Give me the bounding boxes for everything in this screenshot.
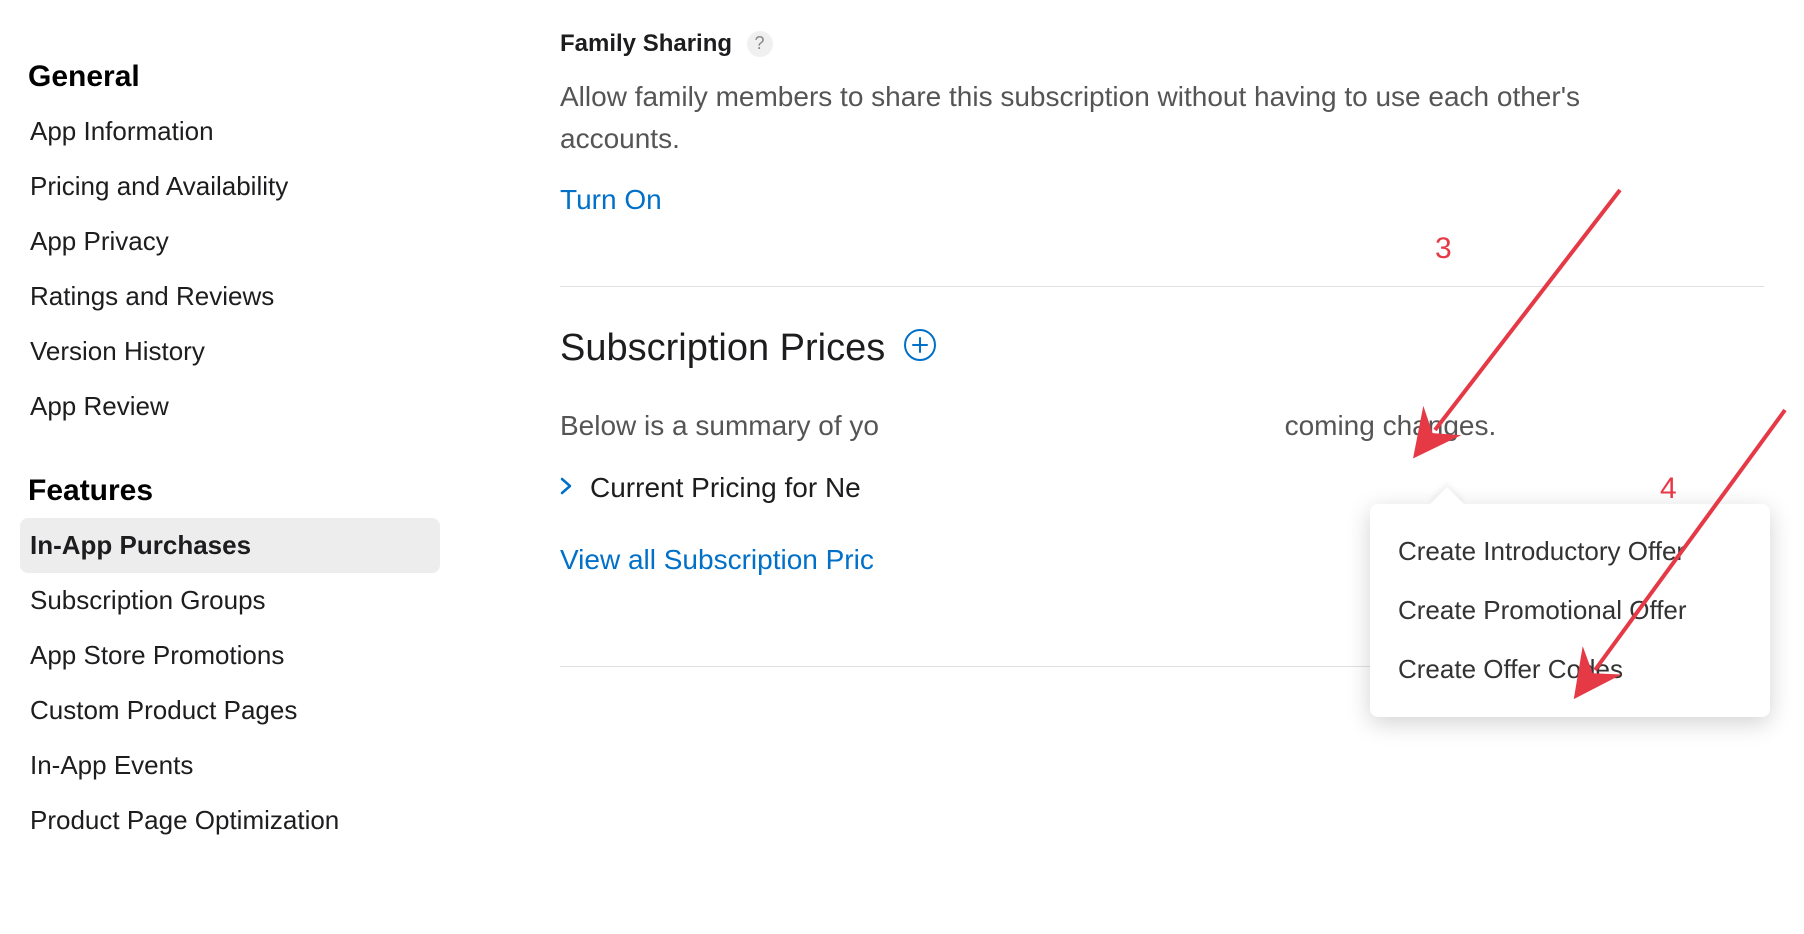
sidebar-item-app-privacy[interactable]: App Privacy [20,214,440,269]
chevron-right-icon [560,475,572,501]
family-sharing-desc: Allow family members to share this subsc… [560,76,1610,160]
annotation-arrow-4 [1575,400,1804,680]
turn-on-link[interactable]: Turn On [560,184,662,216]
sidebar-item-in-app-purchases[interactable]: In-App Purchases [20,518,440,573]
sidebar-item-app-information[interactable]: App Information [20,104,440,159]
family-sharing-title: Family Sharing [560,30,732,58]
annotation-4: 4 [1660,472,1677,506]
sidebar-item-app-store-promotions[interactable]: App Store Promotions [20,628,440,683]
sidebar-item-version-history[interactable]: Version History [20,324,440,379]
sidebar-item-in-app-events[interactable]: In-App Events [20,738,440,793]
plus-icon [911,336,929,354]
sidebar-item-ratings-reviews[interactable]: Ratings and Reviews [20,269,440,324]
sidebar-item-custom-product-pages[interactable]: Custom Product Pages [20,683,440,738]
view-all-pricing-link[interactable]: View all Subscription Pric [560,544,874,576]
sidebar-heading-features: Features [20,464,440,518]
subscription-prices-title: Subscription Prices [560,327,885,370]
sidebar-heading-general: General [20,50,440,104]
sidebar: General App Information Pricing and Avai… [0,0,460,934]
add-price-button[interactable] [904,329,936,361]
sidebar-item-app-review[interactable]: App Review [20,379,440,434]
current-pricing-label: Current Pricing for Ne [590,472,861,504]
main-content: Family Sharing ? Allow family members to… [460,0,1804,934]
annotation-3: 3 [1435,232,1452,266]
help-icon[interactable]: ? [747,31,773,57]
sidebar-item-subscription-groups[interactable]: Subscription Groups [20,573,440,628]
sidebar-item-product-page-optimization[interactable]: Product Page Optimization [20,793,440,848]
sidebar-item-pricing-availability[interactable]: Pricing and Availability [20,159,440,214]
